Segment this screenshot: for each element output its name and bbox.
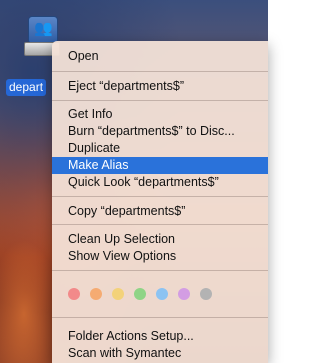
menu-item-duplicate[interactable]: Duplicate [52, 140, 268, 157]
tag-gray[interactable] [200, 288, 212, 300]
menu-item-eject[interactable]: Eject “departments$” [52, 78, 268, 95]
tag-green[interactable] [134, 288, 146, 300]
tag-blue[interactable] [156, 288, 168, 300]
menu-separator [52, 196, 268, 197]
menu-separator [52, 270, 268, 271]
people-icon: 👥 [34, 20, 53, 37]
menu-item-copy[interactable]: Copy “departments$” [52, 203, 268, 220]
menu-item-get-info[interactable]: Get Info [52, 106, 268, 123]
menu-separator [52, 317, 268, 318]
menu-item-make-alias[interactable]: Make Alias [52, 157, 268, 174]
tag-yellow[interactable] [112, 288, 124, 300]
menu-item-folder-actions-setup[interactable]: Folder Actions Setup... [52, 328, 268, 345]
menu-item-clean-up-selection[interactable]: Clean Up Selection [52, 231, 268, 248]
tag-color-picker [68, 288, 218, 300]
tag-purple[interactable] [178, 288, 190, 300]
menu-item-scan-with-symantec[interactable]: Scan with Symantec [52, 345, 268, 362]
menu-item-quick-look[interactable]: Quick Look “departments$” [52, 174, 268, 191]
tag-orange[interactable] [90, 288, 102, 300]
menu-item-open[interactable]: Open [52, 48, 268, 65]
volume-label[interactable]: depart [6, 79, 47, 96]
context-menu: Open Eject “departments$” Get Info Burn … [52, 41, 268, 363]
menu-separator [52, 71, 268, 72]
menu-separator [52, 224, 268, 225]
menu-separator [52, 100, 268, 101]
menu-item-burn[interactable]: Burn “departments$” to Disc... [52, 123, 268, 140]
tag-red[interactable] [68, 288, 80, 300]
menu-item-show-view-options[interactable]: Show View Options [52, 248, 268, 265]
